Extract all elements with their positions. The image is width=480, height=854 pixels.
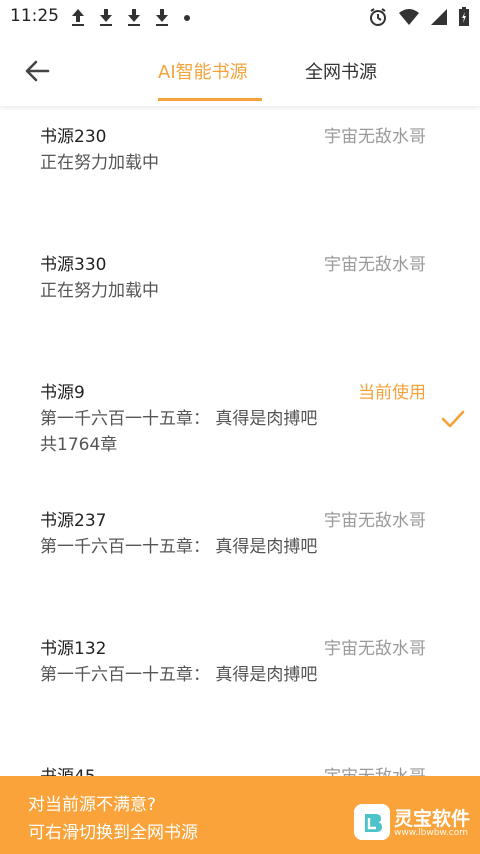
signal-icon: [431, 9, 447, 25]
switch-hint-banner[interactable]: 对当前源不满意? 可右滑切换到全网书源 灵宝软件 www.lbwbw.com: [0, 776, 480, 854]
status-system-icons: [368, 7, 470, 27]
arrow-left-icon[interactable]: [22, 56, 52, 86]
logo-url-text: www.lbwbw.com: [394, 828, 469, 838]
status-notifications: [70, 7, 192, 27]
checkmark-icon: [441, 410, 465, 428]
alarm-icon: [370, 8, 386, 26]
dot-icon: [184, 15, 190, 21]
active-tab-indicator: [158, 98, 262, 101]
source-latest-chapter: 正在努力加载中: [40, 153, 159, 173]
tab-ai-sources[interactable]: AI智能书源: [158, 58, 248, 84]
source-list-item[interactable]: 书源132 宇宙无敌水哥 第一千六百一十五章： 真得是肉搏吧: [0, 618, 480, 747]
source-list-item[interactable]: 书源230 宇宙无敌水哥 正在努力加载中: [0, 106, 480, 235]
source-list-item-current[interactable]: 书源9 当前使用 第一千六百一十五章： 真得是肉搏吧 共1764章: [0, 362, 480, 491]
source-author: 宇宙无敌水哥: [324, 127, 426, 147]
source-chapter-count: 共1764章: [40, 435, 118, 455]
banner-question: 对当前源不满意?: [28, 795, 157, 815]
banner-hint: 可右滑切换到全网书源: [28, 823, 198, 843]
tab-all-sources[interactable]: 全网书源: [305, 58, 377, 84]
battery-icon: [459, 7, 469, 26]
source-latest-chapter: 第一千六百一十五章： 真得是肉搏吧: [40, 665, 318, 685]
upload-icon: [72, 9, 84, 26]
source-latest-chapter: 正在努力加载中: [40, 281, 159, 301]
wifi-icon: [399, 9, 419, 25]
logo-brand-text: 灵宝软件: [394, 808, 471, 830]
watermark-logo: 灵宝软件 www.lbwbw.com: [354, 800, 472, 846]
source-name: 书源9: [40, 383, 85, 403]
source-name: 书源237: [40, 511, 107, 531]
status-time: 11:25: [10, 6, 59, 26]
current-source-label: 当前使用: [358, 383, 426, 403]
source-latest-chapter: 第一千六百一十五章： 真得是肉搏吧: [40, 537, 318, 557]
download-icon: [100, 9, 112, 26]
source-author: 宇宙无敌水哥: [324, 511, 426, 531]
source-name: 书源230: [40, 127, 107, 147]
download-icon: [128, 9, 140, 26]
source-list-item[interactable]: 书源237 宇宙无敌水哥 第一千六百一十五章： 真得是肉搏吧: [0, 490, 480, 619]
source-name: 书源132: [40, 639, 107, 659]
status-bar: 11:25: [0, 0, 480, 34]
source-name: 书源330: [40, 255, 107, 275]
source-author: 宇宙无敌水哥: [324, 639, 426, 659]
app-header: AI智能书源 全网书源: [0, 34, 480, 106]
source-list[interactable]: 书源230 宇宙无敌水哥 正在努力加载中 书源330 宇宙无敌水哥 正在努力加载…: [0, 106, 480, 854]
source-author: 宇宙无敌水哥: [324, 255, 426, 275]
source-list-item[interactable]: 书源330 宇宙无敌水哥 正在努力加载中: [0, 234, 480, 363]
logo-badge-icon: [354, 804, 390, 840]
source-latest-chapter: 第一千六百一十五章： 真得是肉搏吧: [40, 409, 318, 429]
download-icon: [156, 9, 168, 26]
